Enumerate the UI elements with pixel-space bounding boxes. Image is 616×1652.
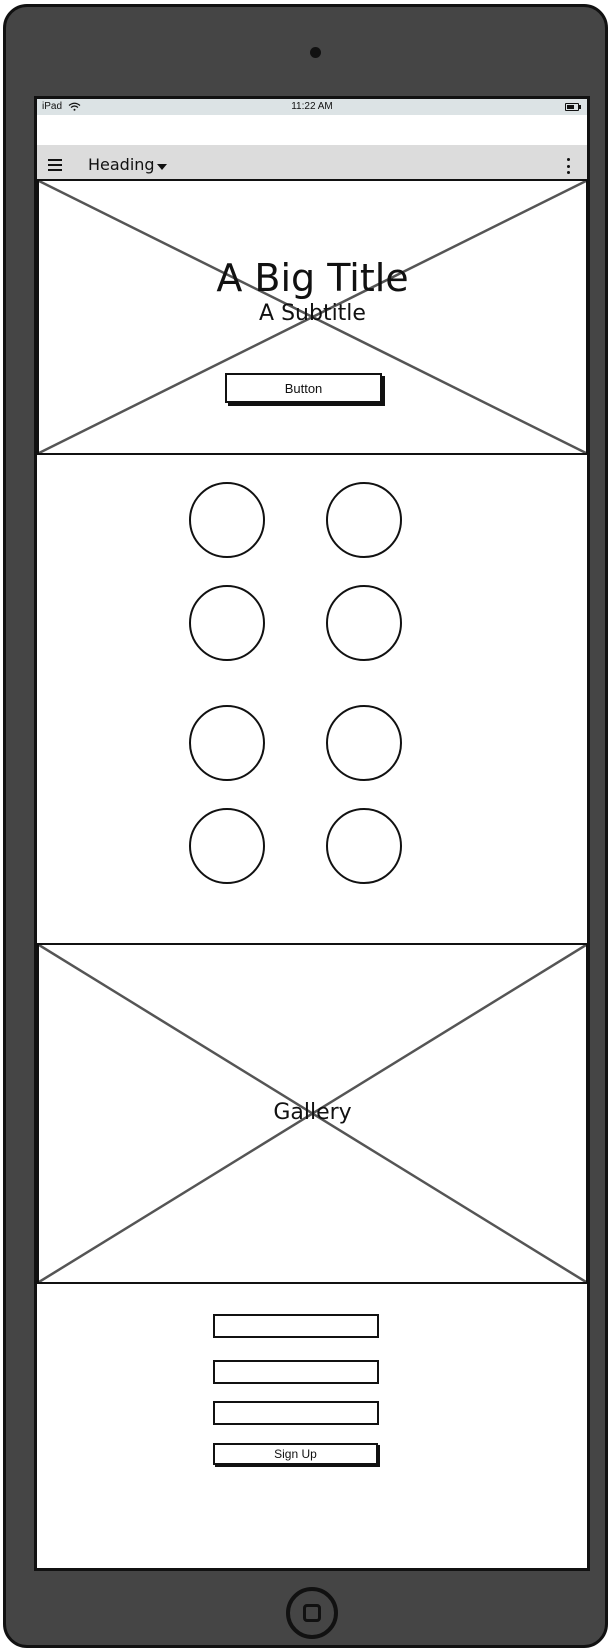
battery-icon (565, 103, 581, 111)
screen: iPad 11:22 AM Heading A Big Title A Subt… (34, 96, 590, 1571)
hero-button[interactable]: Button (225, 373, 382, 403)
gallery-label: Gallery (273, 1100, 352, 1125)
nav-heading[interactable]: Heading (88, 155, 155, 174)
ipad-frame: iPad 11:22 AM Heading A Big Title A Subt… (3, 4, 608, 1648)
signup-field-1[interactable] (213, 1314, 379, 1338)
circle-item[interactable] (189, 482, 265, 558)
circle-item[interactable] (189, 705, 265, 781)
caret-down-icon[interactable] (157, 164, 167, 170)
circle-item[interactable] (326, 808, 402, 884)
gallery-placeholder[interactable]: Gallery (37, 943, 587, 1284)
circle-item[interactable] (326, 705, 402, 781)
signup-field-2[interactable] (213, 1360, 379, 1384)
signup-field-3[interactable] (213, 1401, 379, 1425)
camera-dot (310, 47, 321, 58)
hero-image-placeholder: A Big Title A Subtitle Button (37, 179, 587, 455)
sign-up-button[interactable]: Sign Up (213, 1443, 378, 1465)
circle-item[interactable] (189, 585, 265, 661)
circle-item[interactable] (326, 482, 402, 558)
circle-item[interactable] (326, 585, 402, 661)
hamburger-icon[interactable] (48, 159, 62, 171)
hero-title: A Big Title (216, 256, 409, 300)
hero-subtitle: A Subtitle (259, 301, 366, 326)
status-time: 11:22 AM (291, 101, 333, 112)
status-bar: iPad 11:22 AM (37, 99, 587, 115)
circle-item[interactable] (189, 808, 265, 884)
kebab-icon[interactable] (567, 158, 570, 174)
home-button[interactable] (286, 1587, 338, 1639)
